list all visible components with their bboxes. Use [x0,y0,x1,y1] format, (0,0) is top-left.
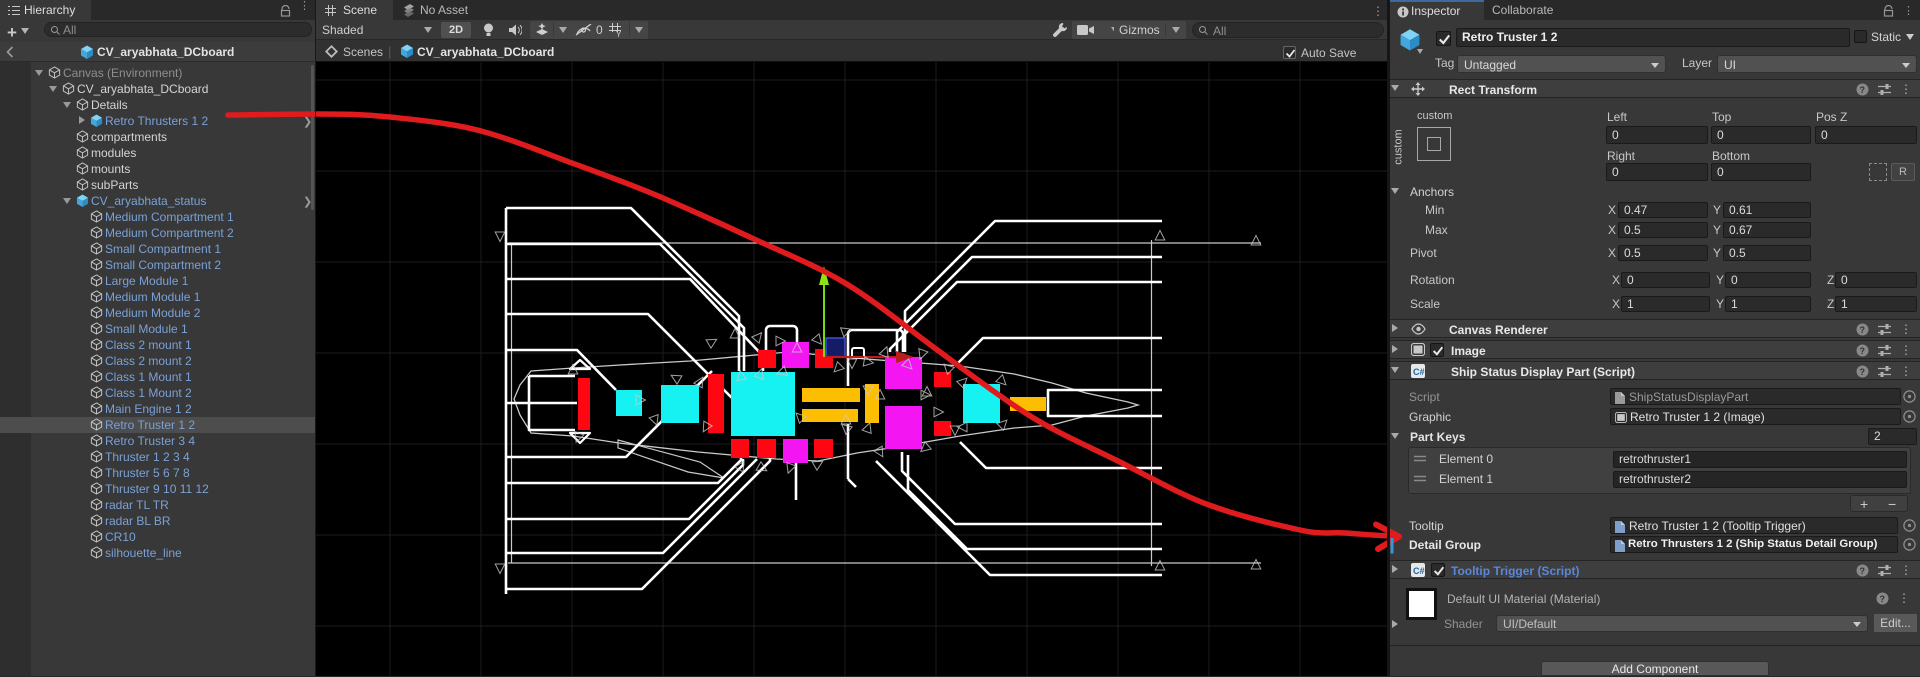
svg-text:?: ? [1880,594,1886,604]
svg-text:?: ? [1860,346,1866,356]
svg-text:?: ? [1860,85,1866,95]
svg-text:?: ? [1860,367,1866,377]
svg-text:?: ? [1860,566,1866,576]
svg-text:C#: C# [1413,566,1425,576]
svg-text:Y: Y [616,30,622,37]
svg-text:?: ? [1860,325,1866,335]
svg-text:C#: C# [1413,367,1425,377]
